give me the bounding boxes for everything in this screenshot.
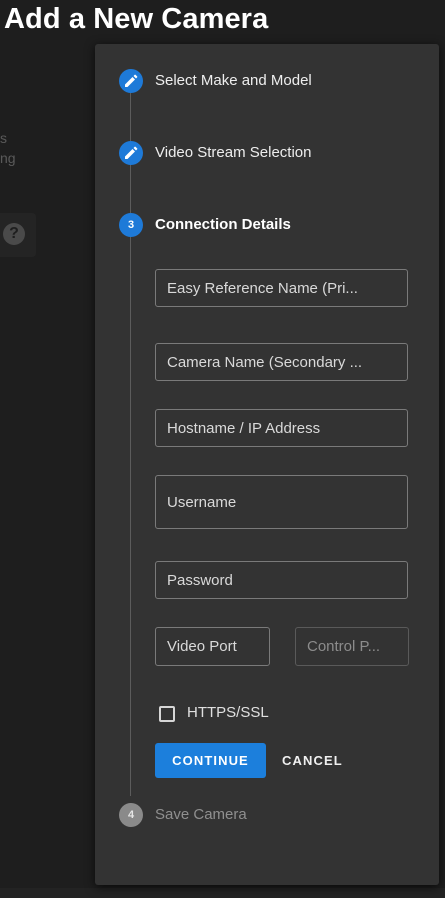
step-video-stream-selection[interactable]: Video Stream Selection	[119, 141, 419, 165]
step-label: Save Camera	[155, 806, 247, 823]
step-label: Select Make and Model	[155, 72, 312, 89]
easy-reference-name-input[interactable]	[155, 269, 408, 307]
https-ssl-option[interactable]: HTTPS/SSL	[159, 704, 359, 722]
background-bottom-bar	[0, 888, 445, 898]
control-port-input[interactable]	[295, 627, 409, 666]
step-label: Video Stream Selection	[155, 144, 312, 161]
video-port-input[interactable]	[155, 627, 270, 666]
help-icon: ?	[3, 223, 25, 245]
continue-button[interactable]: CONTINUE	[155, 743, 266, 778]
cancel-button[interactable]: CANCEL	[276, 743, 344, 778]
step-connection-details: 3 Connection Details	[119, 213, 419, 237]
https-ssl-label: HTTPS/SSL	[187, 704, 269, 721]
add-camera-dialog: Select Make and Model Video Stream Selec…	[95, 44, 439, 885]
background-text-fragment: ng	[0, 150, 16, 166]
step-save-camera: 4 Save Camera	[119, 803, 419, 827]
step-number-badge: 3	[119, 213, 143, 237]
pencil-icon	[119, 141, 143, 165]
https-ssl-checkbox[interactable]	[159, 706, 175, 722]
username-input[interactable]	[155, 475, 408, 529]
step-label: Connection Details	[155, 216, 291, 233]
password-input[interactable]	[155, 561, 408, 599]
page-title: Add a New Camera	[4, 3, 269, 35]
pencil-icon	[119, 69, 143, 93]
hostname-input[interactable]	[155, 409, 408, 447]
step-select-make-model[interactable]: Select Make and Model	[119, 69, 419, 93]
background-text-fragment: s	[0, 130, 7, 146]
background-help-panel: ?	[0, 213, 36, 257]
step-number-badge: 4	[119, 803, 143, 827]
stepper-connector-line	[130, 80, 131, 796]
camera-name-input[interactable]	[155, 343, 408, 381]
